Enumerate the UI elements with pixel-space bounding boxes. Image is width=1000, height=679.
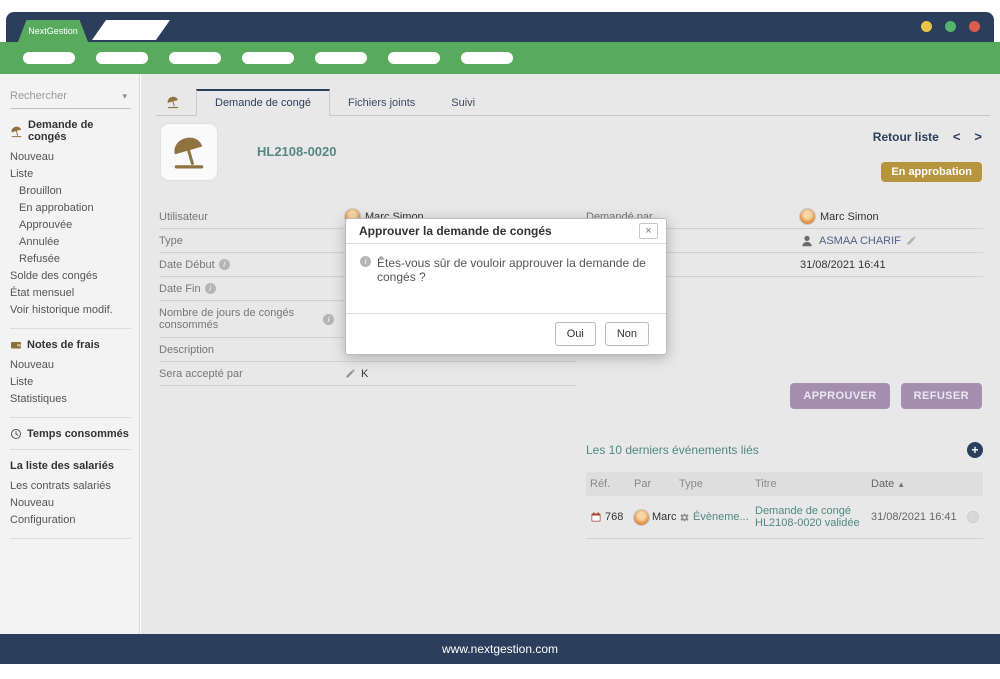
sidebar-item-solde[interactable]: Solde des congés	[10, 268, 131, 285]
sidebar-divider	[10, 449, 131, 450]
window-dot-yellow[interactable]	[921, 21, 932, 32]
sidebar: Rechercher ▾ Demande de congés Nouveau L…	[0, 74, 140, 634]
gear-icon	[679, 512, 690, 523]
sidebar-item-salaries-nouveau[interactable]: Nouveau	[10, 495, 131, 512]
avatar	[800, 209, 815, 224]
pencil-icon[interactable]	[906, 235, 917, 246]
tabbar: Demande de congé Fichiers joints Suivi	[156, 88, 990, 116]
blank-tab	[92, 20, 170, 40]
chevron-down-icon: ▾	[122, 91, 127, 102]
record-icon-card	[161, 124, 217, 180]
menu-pill[interactable]	[242, 52, 294, 64]
record-actions: APPROUVER REFUSER	[790, 383, 982, 409]
event-row: 768 Marc Évèneme... Demande de congé HL2…	[586, 496, 983, 539]
sidebar-section-notes-de-frais[interactable]: Notes de frais	[10, 339, 131, 351]
sidebar-item-statistiques[interactable]: Statistiques	[10, 391, 131, 408]
tab-fichiers-joints[interactable]: Fichiers joints	[330, 91, 433, 115]
info-icon: i	[205, 283, 216, 294]
status-badge: En approbation	[881, 162, 982, 182]
avatar	[634, 510, 649, 525]
sidebar-item-etat-mensuel[interactable]: État mensuel	[10, 285, 131, 302]
sidebar-section-temps-consommes[interactable]: Temps consommés	[10, 428, 131, 440]
brand-tab[interactable]: NextGestion	[18, 20, 88, 42]
menu-pill[interactable]	[23, 52, 75, 64]
sidebar-item-annulee[interactable]: Annulée	[10, 234, 131, 251]
tab-demande-de-conge[interactable]: Demande de congé	[196, 89, 330, 116]
column-ref[interactable]: Réf.	[590, 478, 634, 490]
beach-umbrella-icon	[170, 133, 208, 171]
menu-pill[interactable]	[461, 52, 513, 64]
sidebar-item-configuration[interactable]: Configuration	[10, 512, 131, 529]
beach-umbrella-icon	[10, 125, 23, 138]
browser-titlebar: NextGestion	[6, 12, 994, 42]
sort-asc-icon: ▲	[897, 480, 905, 489]
column-par[interactable]: Par	[634, 478, 679, 490]
dialog-title: Approuver la demande de congés	[359, 224, 552, 238]
approve-button[interactable]: APPROUVER	[790, 383, 889, 409]
search-placeholder: Rechercher	[10, 90, 67, 102]
beach-umbrella-icon	[166, 95, 180, 109]
sidebar-divider	[10, 417, 131, 418]
sidebar-item-frais-nouveau[interactable]: Nouveau	[10, 357, 131, 374]
user-silhouette-icon	[800, 234, 814, 248]
sidebar-item-conges-nouveau[interactable]: Nouveau	[10, 149, 131, 166]
yes-button[interactable]: Oui	[555, 322, 596, 346]
sidebar-item-approuvee[interactable]: Approuvée	[10, 217, 131, 234]
sidebar-item-conges-liste[interactable]: Liste	[10, 166, 131, 183]
sidebar-item-contrats-salaries[interactable]: Les contrats salariés	[10, 478, 131, 495]
next-record-icon[interactable]: >	[974, 129, 982, 144]
window-dot-red[interactable]	[969, 21, 980, 32]
clock-icon	[10, 428, 22, 440]
wallet-icon	[10, 339, 22, 351]
column-date[interactable]: Date▲	[871, 478, 963, 490]
sidebar-item-frais-liste[interactable]: Liste	[10, 374, 131, 391]
search-combobox[interactable]: Rechercher ▾	[10, 88, 131, 109]
dialog-message: Êtes-vous sûr de vouloir approuver la de…	[377, 256, 652, 284]
pencil-icon[interactable]	[345, 368, 356, 379]
footer-bar: www.nextgestion.com	[0, 634, 1000, 664]
info-icon: i	[323, 314, 334, 325]
footer-url: www.nextgestion.com	[442, 642, 558, 656]
app-window: NextGestion Rechercher ▾ Demande de cong…	[0, 0, 1000, 679]
info-icon: i	[360, 256, 371, 267]
calendar-icon	[590, 511, 602, 523]
linked-events-panel: Les 10 derniers événements liés + Réf. P…	[586, 442, 983, 539]
event-title-link[interactable]: Demande de congé HL2108-0020 validée	[755, 505, 860, 529]
window-controls	[921, 21, 980, 32]
events-table: Réf. Par Type Titre Date▲ 768 Mar	[586, 472, 983, 539]
sidebar-section-conges[interactable]: Demande de congés	[10, 119, 131, 143]
menu-pill[interactable]	[315, 52, 367, 64]
column-type[interactable]: Type	[679, 478, 755, 490]
column-titre[interactable]: Titre	[755, 478, 871, 490]
brand-label: NextGestion	[28, 26, 78, 36]
add-event-icon[interactable]: +	[967, 442, 983, 458]
events-header-row: Réf. Par Type Titre Date▲	[586, 472, 983, 496]
menu-pill[interactable]	[169, 52, 221, 64]
close-icon[interactable]: ×	[639, 223, 658, 239]
info-icon: i	[219, 259, 230, 270]
record-navigation: Retour liste < >	[873, 129, 982, 144]
back-to-list-link[interactable]: Retour liste	[873, 130, 939, 144]
approve-confirmation-dialog: Approuver la demande de congés × i Êtes-…	[345, 218, 667, 355]
main-menubar	[0, 42, 1000, 74]
sidebar-divider	[10, 538, 131, 539]
window-dot-green[interactable]	[945, 21, 956, 32]
refuse-button[interactable]: REFUSER	[901, 383, 982, 409]
sidebar-item-refusee[interactable]: Refusée	[10, 251, 131, 268]
record-reference: HL2108-0020	[257, 144, 337, 159]
sidebar-section-salaries[interactable]: La liste des salariés	[10, 460, 131, 472]
events-title: Les 10 derniers événements liés	[586, 443, 759, 457]
detail-row-sera-accepte-par: Sera accepté par K	[159, 362, 576, 386]
sidebar-item-historique[interactable]: Voir historique modif.	[10, 302, 131, 319]
sidebar-item-brouillon[interactable]: Brouillon	[10, 183, 131, 200]
previous-record-icon[interactable]: <	[953, 129, 961, 144]
sidebar-item-en-approbation[interactable]: En approbation	[10, 200, 131, 217]
no-button[interactable]: Non	[605, 322, 649, 346]
menu-pill[interactable]	[388, 52, 440, 64]
event-status-dot	[967, 511, 979, 523]
tab-suivi[interactable]: Suivi	[433, 91, 493, 115]
menu-pill[interactable]	[96, 52, 148, 64]
sidebar-divider	[10, 328, 131, 329]
event-type-link[interactable]: Évèneme...	[693, 511, 749, 523]
